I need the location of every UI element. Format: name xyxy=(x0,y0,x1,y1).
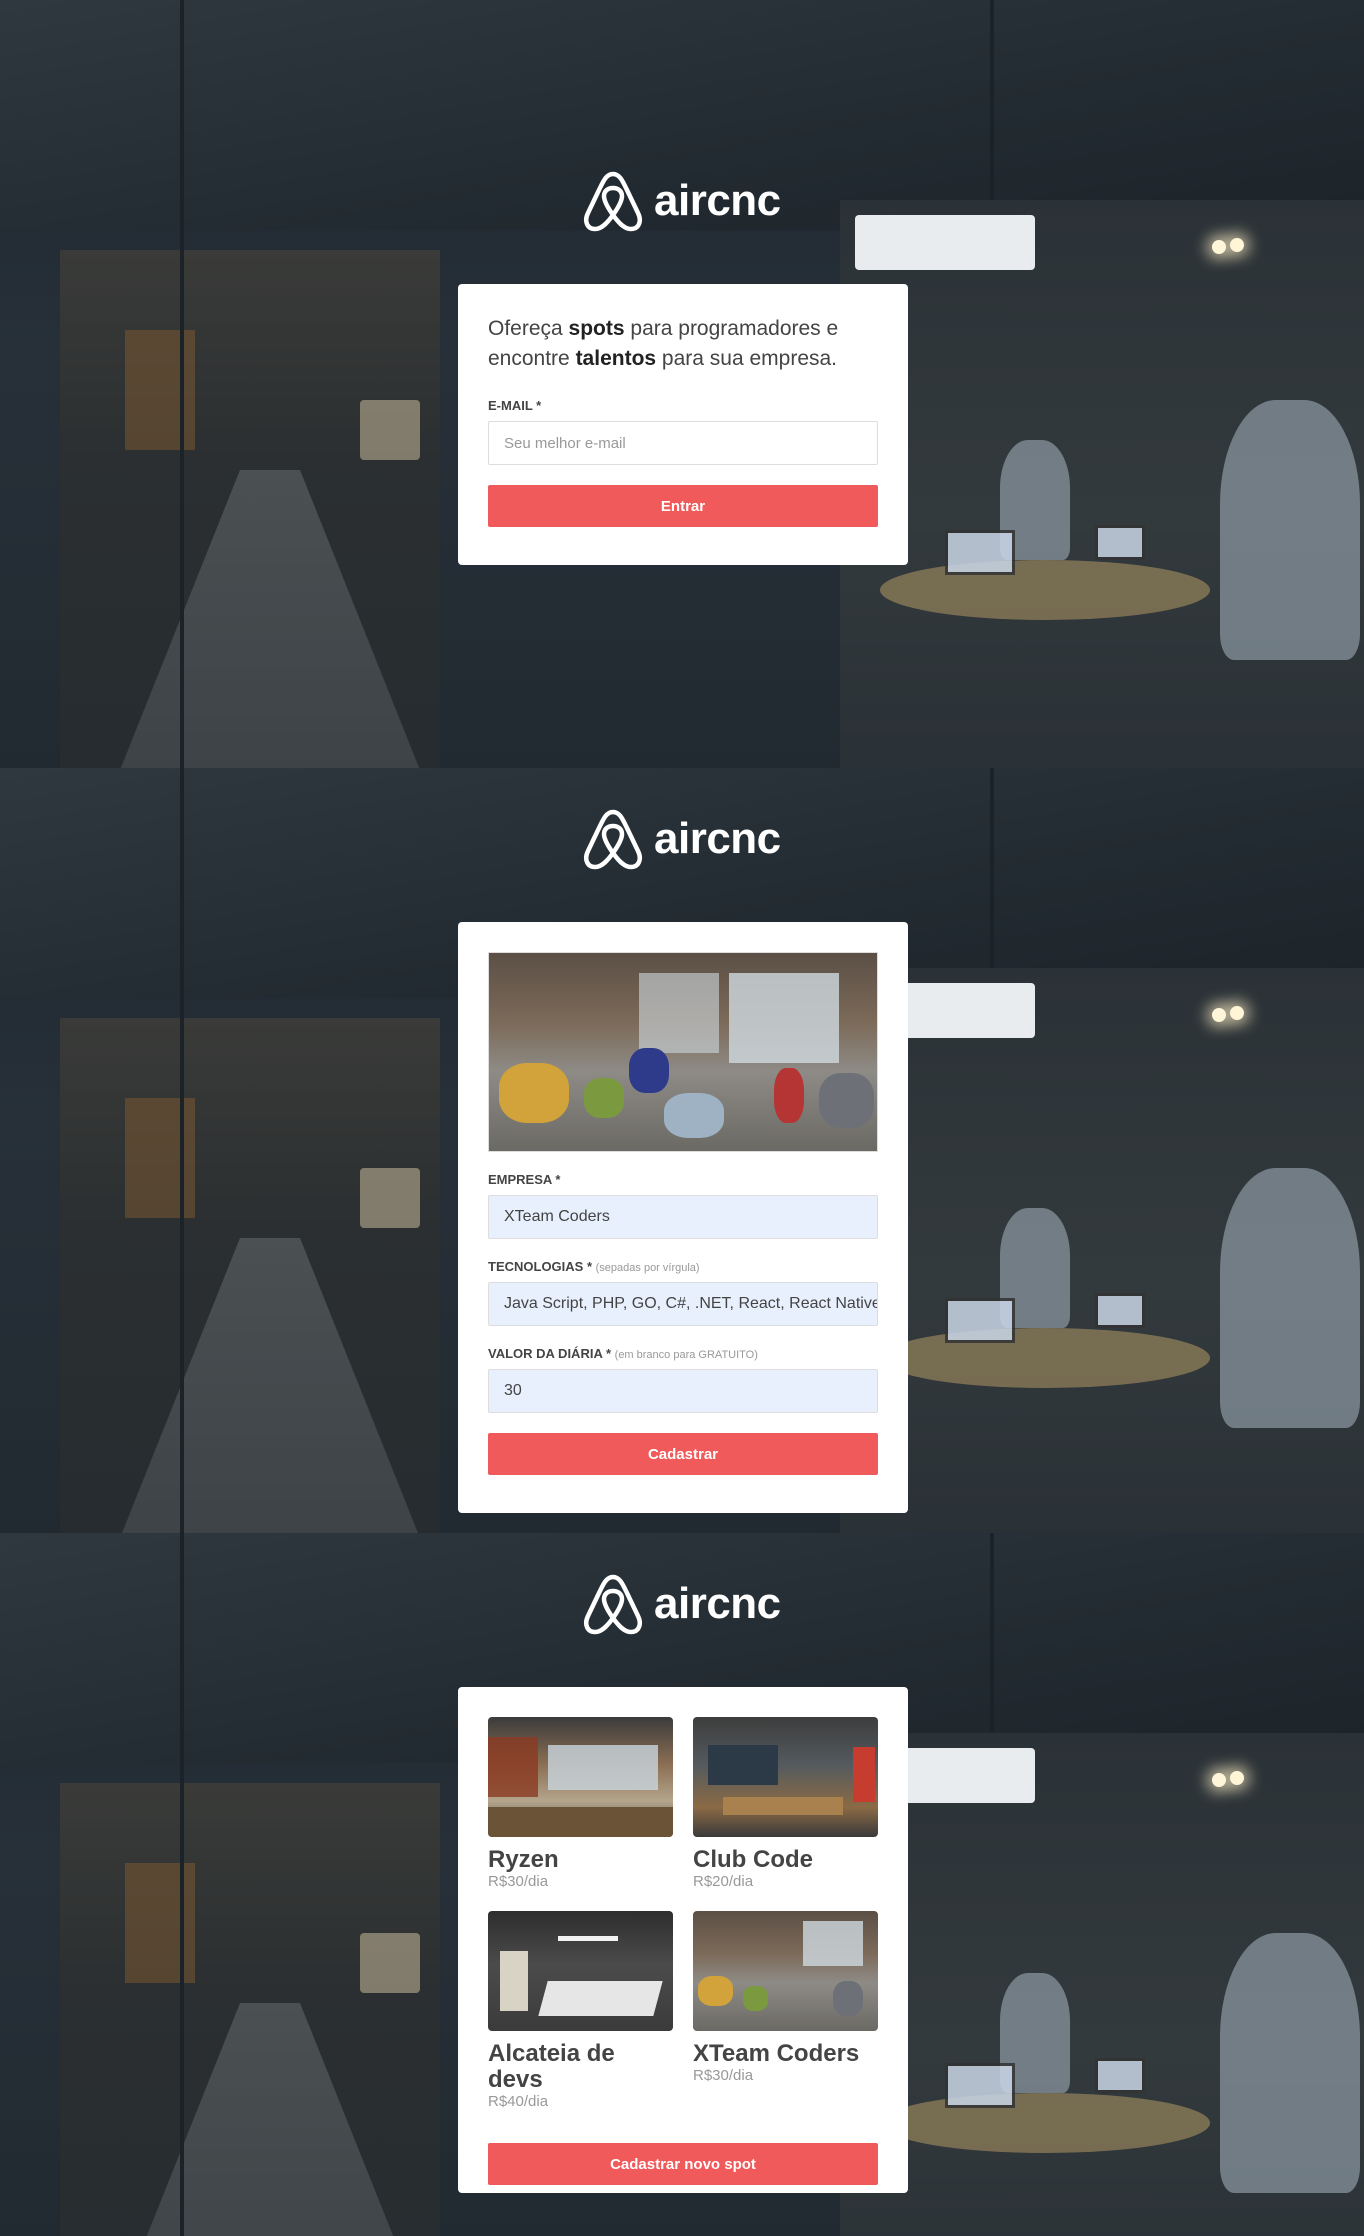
login-tagline: Ofereça spots para programadores e encon… xyxy=(488,317,839,370)
spot-thumbnail xyxy=(693,1911,878,2031)
new-spot-card: EMPRESA * XTeam Coders TECNOLOGIAS * (se… xyxy=(458,922,908,1513)
price-label: VALOR DA DIÁRIA * (em branco para GRATUI… xyxy=(488,1346,758,1361)
spot-name: Alcateia de devs xyxy=(488,2040,615,2093)
spot-price: R$30/dia xyxy=(693,2067,754,2084)
login-card: Ofereça spots para programadores e encon… xyxy=(458,284,908,565)
brand-logo: aircnc xyxy=(582,806,781,872)
airbnb-belo-icon xyxy=(582,806,644,872)
login-button[interactable]: Entrar xyxy=(488,485,878,527)
price-input[interactable]: 30 xyxy=(488,1369,878,1413)
spot-name: Ryzen xyxy=(488,1846,559,1873)
dashboard-screen: aircnc Ryzen R$30/dia Club Code R$20/dia… xyxy=(0,1533,1364,2236)
spot-name: Club Code xyxy=(693,1846,813,1873)
airbnb-belo-icon xyxy=(582,168,644,234)
spot-price: R$40/dia xyxy=(488,2093,549,2110)
brand-logo: aircnc xyxy=(582,1571,781,1637)
spot-item[interactable]: Ryzen R$30/dia xyxy=(488,1717,673,1891)
brand-logo: aircnc xyxy=(582,168,781,234)
email-input[interactable]: Seu melhor e-mail xyxy=(488,421,878,465)
spot-thumbnail xyxy=(693,1717,878,1837)
spot-name: XTeam Coders xyxy=(693,2040,860,2067)
spot-item[interactable]: Alcateia de devs R$40/dia xyxy=(488,1911,673,2111)
brand-name: aircnc xyxy=(654,1579,781,1628)
brand-name: aircnc xyxy=(654,814,781,863)
spot-thumbnail xyxy=(488,1911,673,2031)
register-button[interactable]: Cadastrar xyxy=(488,1433,878,1475)
spot-price: R$30/dia xyxy=(488,1873,549,1890)
techs-label: TECNOLOGIAS * (sepadas por vírgula) xyxy=(488,1259,700,1274)
company-label: EMPRESA * xyxy=(488,1172,561,1187)
new-spot-button[interactable]: Cadastrar novo spot xyxy=(488,2143,878,2185)
spot-thumbnail-upload[interactable] xyxy=(488,952,878,1152)
dashboard-card: Ryzen R$30/dia Club Code R$20/dia Alcate… xyxy=(458,1687,908,2193)
spot-price: R$20/dia xyxy=(693,1873,754,1890)
new-spot-screen: aircnc EMPRESA * XTeam Coders TECNOLOGIA… xyxy=(0,768,1364,1533)
spot-item[interactable]: XTeam Coders R$30/dia xyxy=(693,1911,878,2111)
brand-name: aircnc xyxy=(654,176,781,225)
email-label: E-MAIL * xyxy=(488,398,542,413)
spot-list: Ryzen R$30/dia Club Code R$20/dia Alcate… xyxy=(488,1717,878,2111)
spot-thumbnail xyxy=(488,1717,673,1837)
airbnb-belo-icon xyxy=(582,1571,644,1637)
spot-item[interactable]: Club Code R$20/dia xyxy=(693,1717,878,1891)
techs-input[interactable]: Java Script, PHP, GO, C#, .NET, React, R… xyxy=(488,1282,878,1326)
company-input[interactable]: XTeam Coders xyxy=(488,1195,878,1239)
login-screen: aircnc Ofereça spots para programadores … xyxy=(0,0,1364,768)
